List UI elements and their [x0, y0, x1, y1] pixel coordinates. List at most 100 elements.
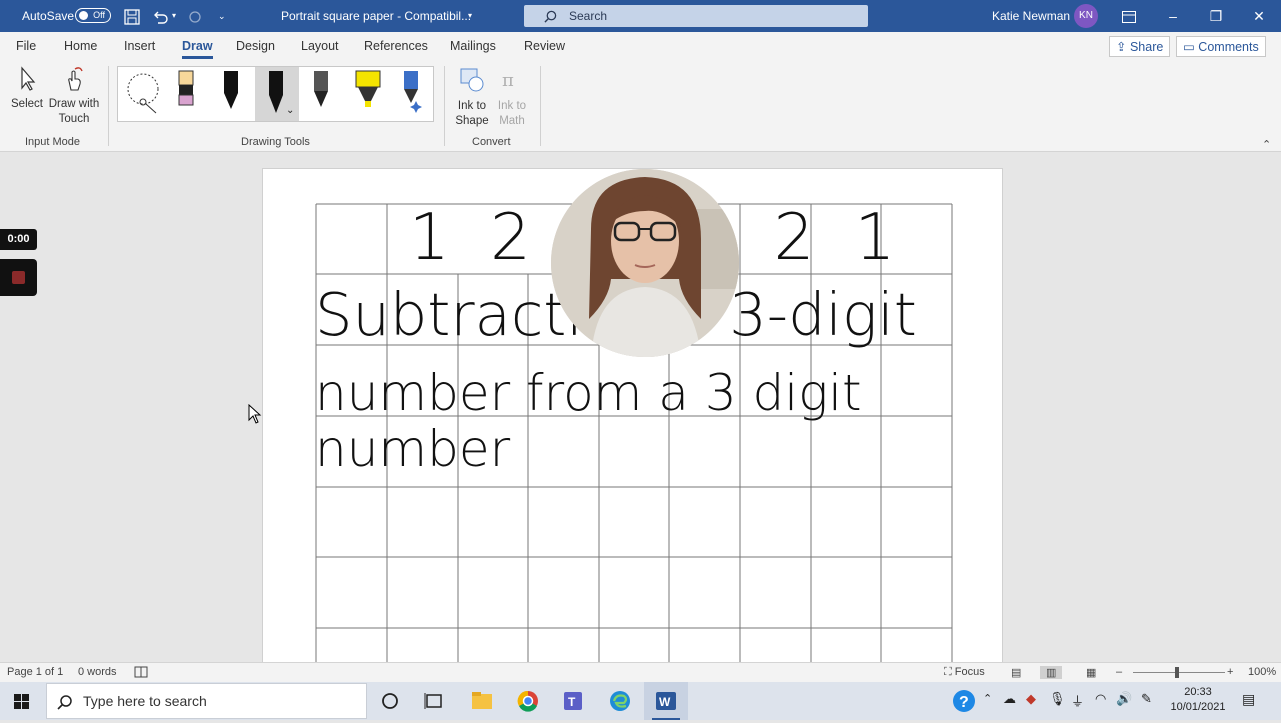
draw-with-touch-label-2: Touch [58, 113, 90, 125]
proofing-book-icon[interactable] [134, 666, 148, 681]
ink-to-math-button[interactable]: π Ink to Math [492, 66, 532, 129]
show-hidden-icons-chevron-up-icon[interactable]: ⌃ [983, 692, 992, 705]
close-icon[interactable]: ✕ [1237, 0, 1281, 32]
file-explorer-icon[interactable] [460, 682, 504, 720]
volume-icon[interactable]: 🔊 [1116, 691, 1132, 707]
search-box[interactable]: Search [524, 5, 868, 27]
ink-to-shape-icon [460, 68, 484, 92]
pen-black-selected-icon[interactable] [266, 69, 286, 119]
chrome-icon[interactable] [506, 682, 550, 720]
focus-label: Focus [954, 666, 985, 678]
tab-design[interactable]: Design [236, 39, 275, 53]
autosave-label: AutoSave [22, 9, 75, 23]
svg-text:T: T [568, 695, 576, 709]
ribbon-display-options-icon[interactable] [1107, 0, 1151, 32]
wifi-icon[interactable]: ◠ [1095, 691, 1106, 707]
tab-file[interactable]: File [16, 39, 36, 53]
ink-to-shape-label-2: Shape [455, 115, 489, 127]
dropbox-icon[interactable]: ◆ [1026, 691, 1036, 707]
share-icon: ⇪ [1116, 40, 1127, 54]
clock-date: 10/01/2021 [1170, 701, 1226, 713]
microphone-icon[interactable]: 🎙 [1049, 691, 1066, 707]
zoom-slider[interactable] [1133, 672, 1225, 673]
pen-ink-workspace-icon[interactable]: ✎ [1141, 691, 1152, 707]
word-count[interactable]: 0 words [78, 666, 117, 678]
title-dropdown-icon[interactable]: ▾ [468, 0, 472, 32]
ink-to-math-icon: π [502, 70, 514, 91]
webcam-overlay [551, 169, 739, 357]
pencil-icon[interactable] [311, 69, 331, 119]
restore-icon[interactable]: ❐ [1194, 0, 1238, 32]
select-button[interactable]: Select [10, 66, 44, 112]
customize-toolbar-icon[interactable]: ⌄ [218, 0, 226, 32]
windows-start-icon[interactable] [0, 682, 44, 720]
ribbon-tabs: File Home Insert Draw Design Layout Refe… [0, 32, 1281, 60]
web-layout-icon[interactable]: ▦ [1086, 666, 1096, 679]
ribbon: Select Draw with Touch Input Mode ⌄ Draw… [0, 60, 1281, 152]
task-view-icon[interactable] [412, 682, 456, 720]
search-icon [57, 695, 72, 710]
document-title[interactable]: Portrait square paper - Compatibil... [281, 0, 471, 32]
ink-to-math-label: Ink to [497, 100, 527, 112]
save-icon[interactable] [124, 0, 140, 32]
zoom-slider-thumb[interactable] [1175, 667, 1179, 678]
zoom-out-icon[interactable]: – [1116, 666, 1122, 678]
avatar[interactable]: KN [1074, 4, 1098, 28]
tab-home[interactable]: Home [64, 39, 97, 53]
tab-insert[interactable]: Insert [124, 39, 155, 53]
convert-group-label: Convert [472, 136, 511, 148]
read-mode-icon[interactable]: ▤ [1011, 666, 1021, 679]
autosave-toggle[interactable]: Off [75, 8, 111, 23]
collapse-ribbon-chevron-up-icon[interactable]: ⌃ [1262, 138, 1271, 151]
tab-draw[interactable]: Draw [182, 39, 213, 59]
zoom-level[interactable]: 100% [1248, 666, 1276, 678]
clock-time: 20:33 [1184, 686, 1212, 698]
document-canvas: 1 2 . 1 . 2 1 Subtracting a 3-digit numb… [0, 152, 1281, 669]
lasso-select-icon[interactable] [122, 69, 164, 119]
comment-icon: ▭ [1183, 40, 1195, 54]
pen-options-chevron-down-icon[interactable]: ⌄ [286, 105, 294, 116]
power-plug-icon[interactable]: ⏚ [1071, 691, 1084, 710]
tab-review[interactable]: Review [524, 39, 565, 53]
ink-to-shape-button[interactable]: Ink to Shape [452, 66, 492, 129]
user-name[interactable]: Katie Newman [992, 0, 1070, 32]
clock[interactable]: 20:33 10/01/2021 [1168, 685, 1228, 715]
focus-button[interactable]: ⛶ Focus [944, 666, 985, 679]
svg-text:W: W [659, 695, 671, 709]
comments-button[interactable]: ▭ Comments [1176, 36, 1266, 57]
onedrive-cloud-icon[interactable]: ☁ [1003, 691, 1016, 707]
redo-icon[interactable] [187, 0, 203, 32]
print-layout-icon[interactable]: ▥ [1040, 666, 1063, 679]
action-pen-icon[interactable] [400, 69, 424, 119]
minimize-icon[interactable]: – [1151, 0, 1195, 32]
taskbar: Type here to search T W ? ⌃ ☁ ◆ 🎙 ⏚ ◠ 🔊 … [0, 682, 1281, 720]
highlighter-yellow-icon[interactable] [353, 69, 383, 119]
tab-layout[interactable]: Layout [301, 39, 339, 53]
focus-icon: ⛶ [944, 666, 952, 678]
ink-to-shape-label: Ink to [457, 100, 487, 112]
page-count[interactable]: Page 1 of 1 [7, 666, 63, 678]
tab-references[interactable]: References [364, 39, 428, 53]
teams-icon[interactable]: T [552, 682, 596, 720]
eraser-icon[interactable] [176, 69, 196, 119]
drawing-tools-group-label: Drawing Tools [241, 136, 310, 148]
stop-recording-button[interactable] [0, 259, 37, 296]
share-button[interactable]: ⇪ Share [1109, 36, 1171, 57]
undo-dropdown-icon[interactable]: ▾ [172, 0, 176, 32]
help-icon[interactable]: ? [942, 682, 986, 720]
title-bar: AutoSave Off ▾ ⌄ Portrait square paper -… [0, 0, 1281, 32]
select-label: Select [11, 98, 43, 110]
pen-black-icon[interactable] [221, 69, 241, 119]
word-icon[interactable]: W [644, 682, 688, 720]
notifications-icon[interactable]: ▤ [1242, 691, 1255, 708]
draw-with-touch-button[interactable]: Draw with Touch [46, 66, 102, 127]
edge-icon[interactable] [598, 682, 642, 720]
recording-timer: 0:00 [0, 229, 37, 250]
zoom-in-icon[interactable]: + [1227, 666, 1233, 678]
cortana-icon[interactable] [368, 682, 412, 720]
tab-mailings[interactable]: Mailings [450, 39, 496, 53]
input-mode-group-label: Input Mode [25, 136, 81, 148]
search-placeholder: Search [569, 9, 608, 23]
taskbar-search-box[interactable]: Type here to search [46, 683, 367, 719]
undo-icon[interactable] [152, 0, 168, 32]
